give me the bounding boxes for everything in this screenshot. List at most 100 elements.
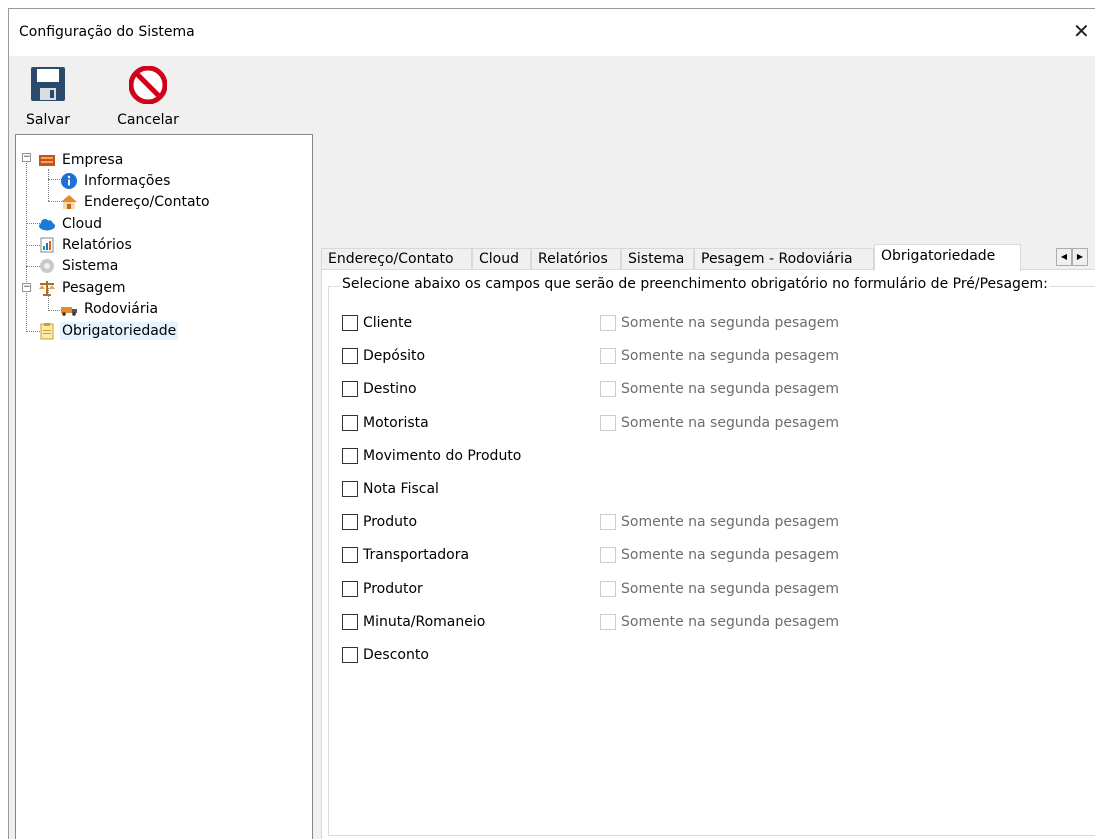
required-checkbox[interactable]: [342, 547, 358, 564]
floppy-disk-icon: [31, 67, 65, 101]
field-row: Transportadora Somente na segunda pesagem: [342, 545, 839, 565]
required-checkbox-label[interactable]: Destino: [363, 381, 417, 397]
required-checkbox-label[interactable]: Movimento do Produto: [363, 448, 521, 464]
second-weighing-checkbox[interactable]: [600, 514, 616, 531]
house-icon: [60, 193, 78, 211]
truck-icon: [60, 300, 78, 318]
window-title: Configuração do Sistema: [19, 24, 195, 40]
save-label: Salvar: [26, 112, 70, 128]
required-checkbox[interactable]: [342, 514, 358, 531]
required-checkbox[interactable]: [342, 647, 358, 663]
cancel-icon: [129, 66, 167, 104]
title-bar: Configuração do Sistema ✕: [9, 9, 1095, 56]
tree-item-pesagem[interactable]: Pesagem: [38, 277, 128, 299]
second-weighing-label: Somente na segunda pesagem: [621, 348, 839, 365]
field-row: Desconto: [342, 645, 429, 665]
required-checkbox-label[interactable]: Desconto: [363, 647, 429, 663]
second-weighing-checkbox[interactable]: [600, 580, 616, 597]
scale-icon: [38, 279, 56, 297]
required-checkbox[interactable]: [342, 315, 358, 331]
tree-item-obrigatoriedade[interactable]: Obrigatoriedade: [38, 320, 179, 342]
required-checkbox-label[interactable]: Depósito: [363, 348, 425, 364]
group-legend: Selecione abaixo os campos que serão de …: [340, 276, 1050, 292]
required-checkbox[interactable]: [342, 481, 358, 497]
required-checkbox[interactable]: [342, 414, 358, 431]
field-row: Depósito Somente na segunda pesagem: [342, 346, 839, 366]
field-row: Produtor Somente na segunda pesagem: [342, 579, 839, 599]
content-area: Endereço/Contato Cloud Relatórios Sistem…: [313, 134, 1095, 839]
field-row: Motorista Somente na segunda pesagem: [342, 413, 839, 433]
second-weighing-option: Somente na segunda pesagem: [600, 612, 839, 632]
close-button[interactable]: ✕: [1073, 14, 1095, 48]
info-icon: [60, 172, 78, 190]
expand-toggle-pesagem[interactable]: −: [22, 283, 31, 292]
tree-item-informacoes[interactable]: Informações: [60, 170, 172, 192]
tree-item-rodoviaria[interactable]: Rodoviária: [60, 298, 160, 320]
tab-relatorios[interactable]: Relatórios: [531, 248, 621, 270]
tab-scroll-right-button[interactable]: ▶: [1072, 248, 1088, 266]
configuration-window: Configuração do Sistema ✕ Salvar Cancela…: [8, 8, 1095, 839]
tab-sistema[interactable]: Sistema: [621, 248, 694, 270]
second-weighing-checkbox[interactable]: [600, 547, 616, 564]
required-checkbox-label[interactable]: Cliente: [363, 315, 412, 331]
obrigatoriedade-panel: Selecione abaixo os campos que serão de …: [321, 269, 1095, 839]
tree-item-sistema[interactable]: Sistema: [38, 255, 120, 277]
required-checkbox-label[interactable]: Produtor: [363, 581, 423, 597]
required-checkbox-label[interactable]: Transportadora: [363, 547, 469, 563]
field-row: Minuta/Romaneio Somente na segunda pesage…: [342, 612, 839, 632]
cancel-button[interactable]: Cancelar: [113, 66, 183, 128]
second-weighing-label: Somente na segunda pesagem: [621, 613, 839, 630]
required-checkbox[interactable]: [342, 381, 358, 398]
tree-line: [26, 153, 27, 330]
second-weighing-option: Somente na segunda pesagem: [600, 313, 839, 333]
tab-pesagem-rodoviaria[interactable]: Pesagem - Rodoviária: [694, 248, 874, 270]
second-weighing-checkbox[interactable]: [600, 613, 616, 630]
cloud-icon: [38, 215, 56, 233]
cancel-label: Cancelar: [117, 112, 179, 128]
required-checkbox[interactable]: [342, 613, 358, 630]
tree-item-cloud[interactable]: Cloud: [38, 213, 104, 235]
required-checkbox-label[interactable]: Produto: [363, 514, 417, 530]
second-weighing-option: Somente na segunda pesagem: [600, 413, 839, 433]
second-weighing-checkbox[interactable]: [600, 414, 616, 431]
required-checkbox[interactable]: [342, 580, 358, 597]
field-row: Destino Somente na segunda pesagem: [342, 379, 839, 399]
second-weighing-label: Somente na segunda pesagem: [621, 381, 839, 398]
tab-scroll-arrows: ◀ ▶: [1056, 248, 1088, 266]
second-weighing-option: Somente na segunda pesagem: [600, 346, 839, 366]
tab-strip: Endereço/Contato Cloud Relatórios Sistem…: [321, 244, 1095, 271]
second-weighing-checkbox[interactable]: [600, 315, 616, 331]
clipboard-icon: [38, 322, 56, 340]
required-checkbox-label[interactable]: Minuta/Romaneio: [363, 614, 485, 630]
required-checkbox[interactable]: [342, 348, 358, 365]
second-weighing-label: Somente na segunda pesagem: [621, 315, 839, 331]
field-row: Cliente Somente na segunda pesagem: [342, 313, 839, 333]
building-icon: [38, 151, 56, 169]
expand-toggle-empresa[interactable]: −: [22, 153, 31, 162]
second-weighing-label: Somente na segunda pesagem: [621, 580, 839, 597]
settings-tree: − − Empresa Informações Endereço/Contato…: [15, 134, 313, 839]
second-weighing-label: Somente na segunda pesagem: [621, 547, 839, 564]
tree-item-relatorios[interactable]: Relatórios: [38, 234, 134, 256]
save-button[interactable]: Salvar: [23, 66, 73, 128]
tab-obrigatoriedade[interactable]: Obrigatoriedade: [874, 244, 1021, 271]
second-weighing-option: Somente na segunda pesagem: [600, 512, 839, 532]
required-checkbox[interactable]: [342, 447, 358, 464]
toolbar: Salvar Cancelar: [9, 56, 1095, 131]
second-weighing-checkbox[interactable]: [600, 348, 616, 365]
gear-icon: [38, 257, 56, 275]
field-row: Movimento do Produto: [342, 446, 521, 466]
tab-cloud[interactable]: Cloud: [472, 248, 531, 270]
report-icon: [38, 236, 56, 254]
tab-scroll-left-button[interactable]: ◀: [1056, 248, 1072, 266]
second-weighing-label: Somente na segunda pesagem: [621, 514, 839, 531]
required-checkbox-label[interactable]: Nota Fiscal: [363, 481, 439, 497]
second-weighing-option: Somente na segunda pesagem: [600, 379, 839, 399]
tree-item-endereco[interactable]: Endereço/Contato: [60, 191, 212, 213]
tree-item-empresa[interactable]: Empresa: [38, 149, 125, 171]
second-weighing-option: Somente na segunda pesagem: [600, 545, 839, 565]
field-row: Produto Somente na segunda pesagem: [342, 512, 839, 532]
tab-endereco-contato[interactable]: Endereço/Contato: [321, 248, 472, 270]
second-weighing-checkbox[interactable]: [600, 381, 616, 398]
required-checkbox-label[interactable]: Motorista: [363, 415, 429, 431]
